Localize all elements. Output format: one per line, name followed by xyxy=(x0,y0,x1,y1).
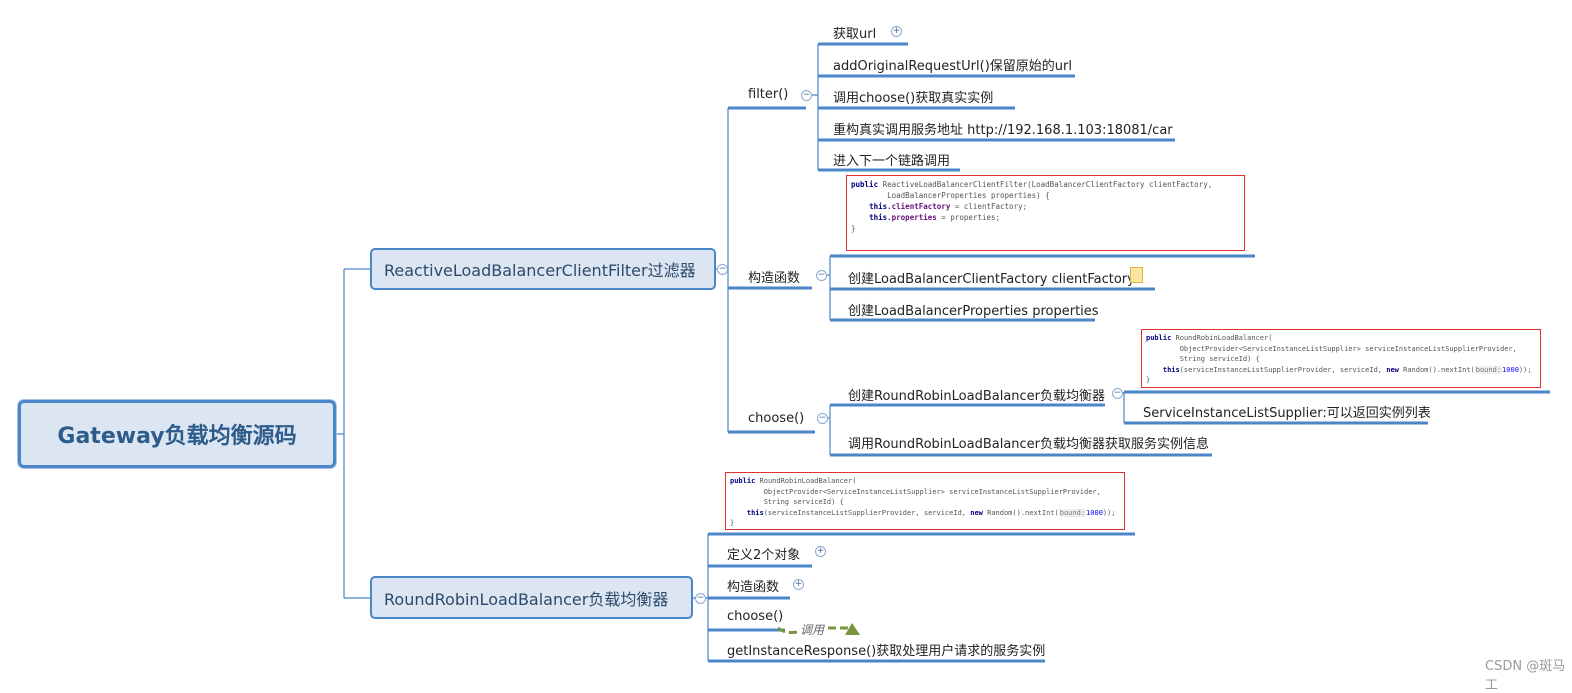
rr-code-block: public RoundRobinLoadBalancer( ObjectPro… xyxy=(1141,329,1541,388)
filter-node-label: ReactiveLoadBalancerClientFilter过滤器 xyxy=(384,261,696,280)
list-item: 构造函数 xyxy=(727,580,780,595)
filter-label: filter() xyxy=(748,87,789,102)
list-item: 定义2个对象 xyxy=(727,548,801,563)
list-item: addOriginalRequestUrl()保留原始的url xyxy=(833,59,1072,74)
ctor-label: 构造函数 xyxy=(748,271,801,286)
watermark: CSDN @斑马工 xyxy=(1485,659,1566,693)
list-item: getInstanceResponse()获取处理用户请求的服务实例 xyxy=(727,644,1046,659)
list-item: 调用choose()获取真实实例 xyxy=(833,91,994,106)
list-item: 创建RoundRobinLoadBalancer负载均衡器 xyxy=(848,389,1106,404)
list-item: 进入下一个链路调用 xyxy=(833,154,951,169)
collapse-icon[interactable]: − xyxy=(695,593,706,604)
collapse-icon[interactable]: − xyxy=(817,413,828,424)
list-item: 创建LoadBalancerClientFactory clientFactor… xyxy=(848,272,1135,287)
note-icon[interactable] xyxy=(1130,267,1143,283)
list-item: 调用RoundRobinLoadBalancer负载均衡器获取服务实例信息 xyxy=(848,437,1210,452)
expand-icon[interactable]: + xyxy=(891,26,902,37)
rr-code-block-2: public RoundRobinLoadBalancer( ObjectPro… xyxy=(725,472,1125,530)
expand-icon[interactable]: + xyxy=(793,579,804,590)
list-item: ServiceInstanceListSupplier:可以返回实例列表 xyxy=(1143,406,1431,421)
ctor-code-block: public ReactiveLoadBalancerClientFilter(… xyxy=(846,175,1245,251)
collapse-icon[interactable]: − xyxy=(1112,388,1123,399)
filter-node[interactable]: ReactiveLoadBalancerClientFilter过滤器 xyxy=(370,248,716,290)
rr-node[interactable]: RoundRobinLoadBalancer负载均衡器 xyxy=(370,576,693,619)
list-item: 获取url xyxy=(833,27,877,42)
list-item: choose() xyxy=(727,609,784,624)
choose-label: choose() xyxy=(748,411,805,426)
call-label: 调用 xyxy=(800,623,825,637)
list-item: 重构真实调用服务地址 http://192.168.1.103:18081/ca… xyxy=(833,123,1173,138)
collapse-icon[interactable]: − xyxy=(816,270,827,281)
collapse-icon[interactable]: − xyxy=(717,264,728,275)
root-node[interactable]: Gateway负载均衡源码 xyxy=(18,400,336,468)
collapse-icon[interactable]: − xyxy=(801,90,812,101)
expand-icon[interactable]: + xyxy=(815,546,826,557)
rr-node-label: RoundRobinLoadBalancer负载均衡器 xyxy=(384,589,669,609)
list-item: 创建LoadBalancerProperties properties xyxy=(848,304,1099,319)
root-label: Gateway负载均衡源码 xyxy=(57,424,297,449)
